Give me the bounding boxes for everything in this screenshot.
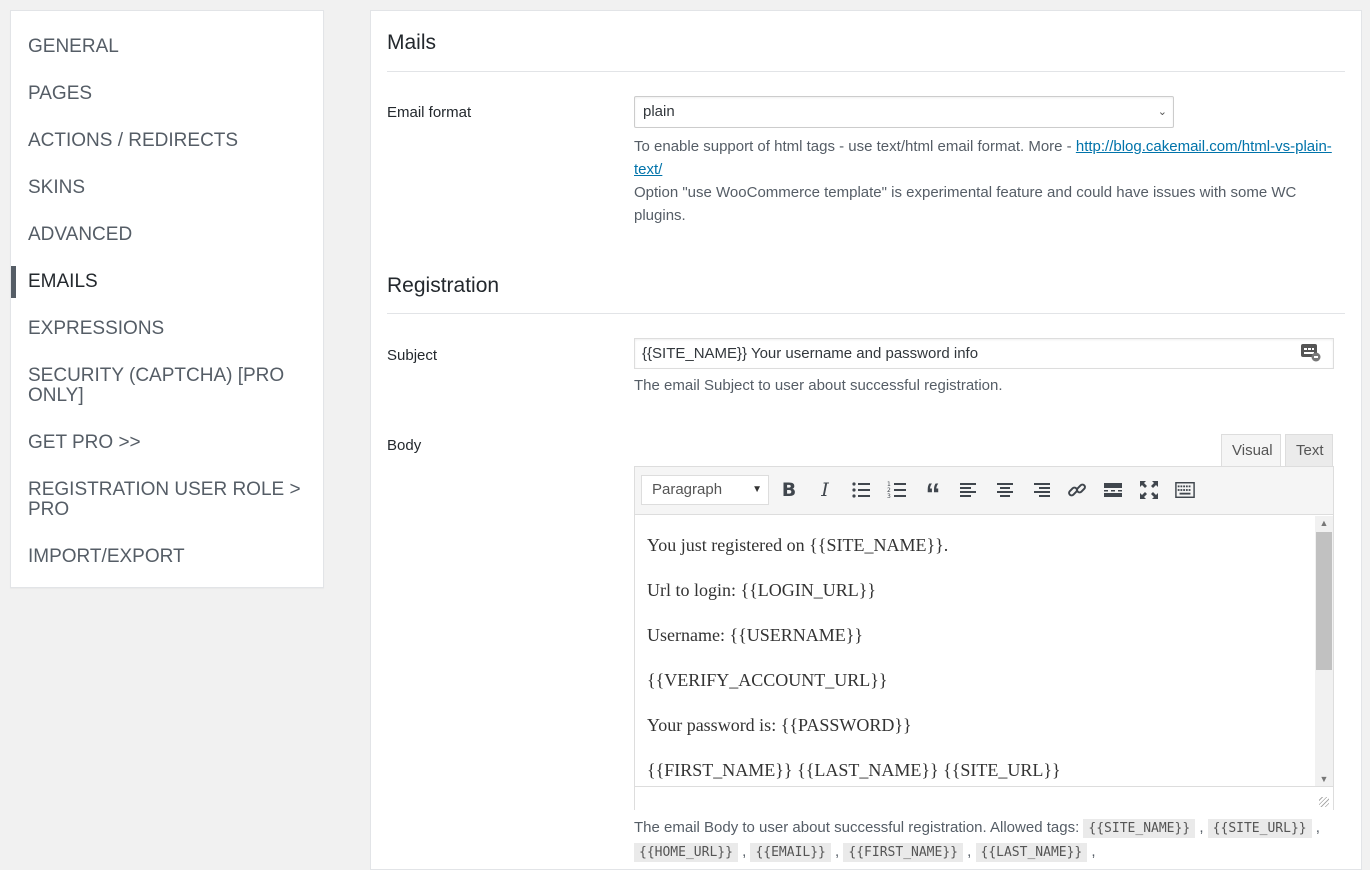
subject-label: Subject — [387, 347, 438, 364]
sidebar-item-expressions[interactable]: EXPRESSIONS — [11, 319, 323, 339]
sidebar-item-advanced[interactable]: ADVANCED — [11, 225, 323, 245]
sidebar-item-skins[interactable]: SKINS — [11, 178, 323, 198]
body-label: Body — [387, 437, 422, 454]
align-right-icon[interactable] — [1028, 477, 1054, 503]
editor-content[interactable]: You just registered on {{SITE_NAME}}. Ur… — [635, 516, 1313, 786]
email-format-value: plain — [643, 103, 675, 120]
format-select-value: Paragraph — [652, 481, 723, 498]
body-editor: Paragraph ▼ B I 123 “ You just registere… — [634, 466, 1334, 810]
svg-text:3: 3 — [887, 493, 891, 500]
body-line: {{VERIFY_ACCOUNT_URL}} — [647, 670, 888, 690]
sidebar-item-import-export[interactable]: IMPORT/EXPORT — [11, 547, 323, 567]
scroll-up-icon[interactable]: ▲ — [1315, 518, 1333, 528]
link-icon[interactable] — [1064, 477, 1090, 503]
tag-site-url: {{SITE_URL}} — [1207, 819, 1312, 838]
settings-sidebar: GENERAL PAGES ACTIONS / REDIRECTS SKINS … — [10, 10, 324, 588]
email-format-desc-text: To enable support of html tags - use tex… — [634, 138, 1076, 155]
align-center-icon[interactable] — [992, 477, 1018, 503]
body-desc-text: The email Body to user about successful … — [634, 819, 1080, 836]
sidebar-item-emails[interactable]: EMAILS — [11, 266, 323, 298]
sidebar-item-general[interactable]: GENERAL — [11, 37, 323, 57]
bold-icon[interactable]: B — [776, 477, 802, 503]
settings-panel: Mails Email format plain ⌄ To enable sup… — [370, 10, 1362, 870]
bullet-list-icon[interactable] — [848, 477, 874, 503]
tab-visual[interactable]: Visual — [1221, 434, 1281, 467]
blockquote-icon[interactable]: “ — [920, 477, 946, 510]
body-line: Your password is: {{PASSWORD}} — [647, 715, 912, 735]
scroll-down-icon[interactable]: ▼ — [1315, 774, 1333, 784]
scrollbar-thumb[interactable] — [1316, 532, 1332, 670]
email-format-label: Email format — [387, 104, 472, 121]
insert-tag-icon[interactable] — [1301, 344, 1321, 362]
body-line: Username: {{USERNAME}} — [647, 625, 864, 645]
divider — [387, 313, 1345, 314]
tag-first-name: {{FIRST_NAME}} — [843, 843, 963, 862]
tag-site-name: {{SITE_NAME}} — [1083, 819, 1196, 838]
sidebar-item-get-pro[interactable]: GET PRO >> — [11, 433, 323, 453]
body-line: Url to login: {{LOGIN_URL}} — [647, 580, 877, 600]
resize-handle-icon[interactable] — [1319, 797, 1329, 807]
editor-statusbar — [635, 786, 1333, 810]
tag-last-name: {{LAST_NAME}} — [975, 843, 1088, 862]
sidebar-item-registration-user-role[interactable]: REGISTRATION USER ROLE > PRO — [11, 480, 301, 520]
paragraph-format-select[interactable]: Paragraph ▼ — [641, 475, 769, 505]
woocommerce-template-note: Option "use WooCommerce template" is exp… — [634, 184, 1297, 224]
body-line: {{FIRST_NAME}} {{LAST_NAME}} {{SITE_URL}… — [647, 760, 1061, 780]
editor-scrollbar[interactable]: ▲ ▼ — [1315, 516, 1333, 786]
align-left-icon[interactable] — [956, 477, 982, 503]
toolbar-toggle-icon[interactable] — [1172, 477, 1198, 503]
email-format-select[interactable]: plain ⌄ — [634, 96, 1174, 128]
divider — [387, 71, 1345, 72]
sidebar-item-security-captcha[interactable]: SECURITY (CAPTCHA) [PRO ONLY] — [11, 366, 291, 406]
read-more-icon[interactable] — [1100, 477, 1126, 503]
italic-icon[interactable]: I — [812, 477, 838, 503]
sidebar-item-pages[interactable]: PAGES — [11, 84, 323, 104]
mails-section-title: Mails — [387, 31, 437, 54]
fullscreen-icon[interactable] — [1136, 477, 1162, 503]
body-line: You just registered on {{SITE_NAME}}. — [647, 535, 949, 555]
sidebar-item-actions-redirects[interactable]: ACTIONS / REDIRECTS — [11, 131, 323, 151]
chevron-down-icon: ⌄ — [1157, 106, 1167, 118]
caret-down-icon: ▼ — [752, 484, 762, 495]
subject-input[interactable]: {{SITE_NAME}} Your username and password… — [634, 338, 1334, 369]
tag-home-url: {{HOME_URL}} — [634, 843, 738, 862]
editor-toolbar: Paragraph ▼ B I 123 “ — [635, 467, 1333, 515]
subject-description: The email Subject to user about successf… — [634, 377, 1003, 394]
numbered-list-icon[interactable]: 123 — [884, 477, 910, 503]
registration-section-title: Registration — [387, 274, 500, 297]
subject-value: {{SITE_NAME}} Your username and password… — [642, 345, 979, 362]
tag-email: {{EMAIL}} — [750, 843, 831, 862]
email-format-description: To enable support of html tags - use tex… — [634, 135, 1334, 227]
tab-text[interactable]: Text — [1285, 434, 1333, 467]
